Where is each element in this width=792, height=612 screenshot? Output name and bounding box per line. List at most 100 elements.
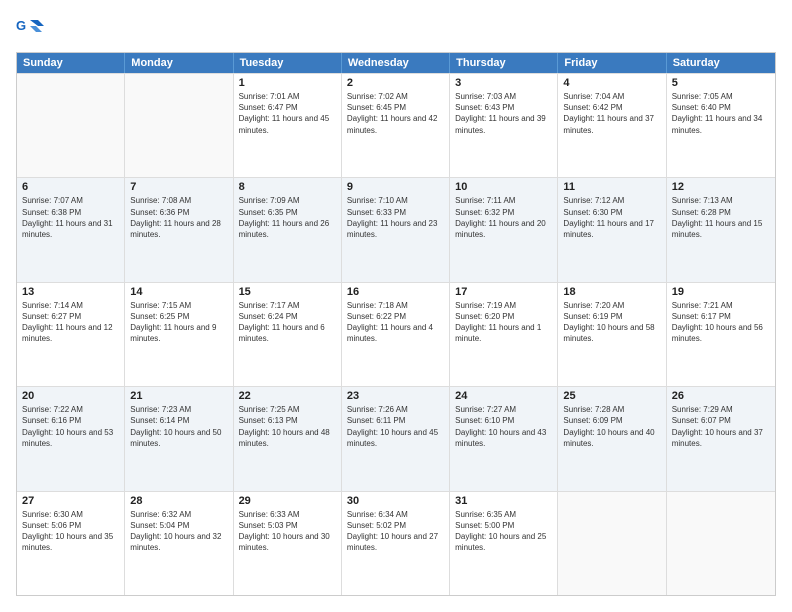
page: G SundayMondayTuesdayWednesdayThursdayFr…	[0, 0, 792, 612]
day-cell-13: 13 Sunrise: 7:14 AM Sunset: 6:27 PM Dayli…	[17, 283, 125, 386]
day-cell-1: 1Sunrise: 7:01 AM Sunset: 6:47 PM Daylig…	[234, 74, 342, 177]
day-number: 14	[130, 286, 227, 298]
day-info: Sunrise: 7:02 AM Sunset: 6:45 PM Dayligh…	[347, 91, 444, 136]
day-cell-21: 21Sunrise: 7:23 AM Sunset: 6:14 PM Dayli…	[125, 387, 233, 490]
day-number: 29	[239, 495, 336, 507]
day-number: 13	[22, 286, 119, 298]
header-day-tuesday: Tuesday	[234, 53, 342, 73]
day-number: 2	[347, 77, 444, 89]
day-info: Sunrise: 7:15 AM Sunset: 6:25 PM Dayligh…	[130, 300, 227, 345]
day-info: Sunrise: 7:28 AM Sunset: 6:09 PM Dayligh…	[563, 404, 660, 449]
logo-icon: G	[16, 16, 44, 44]
day-cell-14: 14 Sunrise: 7:15 AM Sunset: 6:25 PM Dayli…	[125, 283, 233, 386]
day-cell-2: 2 Sunrise: 7:02 AM Sunset: 6:45 PM Daylig…	[342, 74, 450, 177]
logo: G	[16, 16, 46, 44]
day-cell-10: 10Sunrise: 7:11 AM Sunset: 6:32 PM Dayli…	[450, 178, 558, 281]
calendar-week-3: 13 Sunrise: 7:14 AM Sunset: 6:27 PM Dayli…	[17, 282, 775, 386]
day-cell-19: 19Sunrise: 7:21 AM Sunset: 6:17 PM Dayli…	[667, 283, 775, 386]
day-number: 15	[239, 286, 336, 298]
day-info: Sunrise: 7:25 AM Sunset: 6:13 PM Dayligh…	[239, 404, 336, 449]
day-info: Sunrise: 7:10 AM Sunset: 6:33 PM Dayligh…	[347, 195, 444, 240]
day-number: 11	[563, 181, 660, 193]
day-info: Sunrise: 7:14 AM Sunset: 6:27 PM Dayligh…	[22, 300, 119, 345]
day-number: 23	[347, 390, 444, 402]
day-info: Sunrise: 6:30 AM Sunset: 5:06 PM Dayligh…	[22, 509, 119, 554]
day-info: Sunrise: 7:05 AM Sunset: 6:40 PM Dayligh…	[672, 91, 770, 136]
day-info: Sunrise: 7:08 AM Sunset: 6:36 PM Dayligh…	[130, 195, 227, 240]
empty-cell	[558, 492, 666, 595]
day-info: Sunrise: 7:17 AM Sunset: 6:24 PM Dayligh…	[239, 300, 336, 345]
header-day-monday: Monday	[125, 53, 233, 73]
day-number: 20	[22, 390, 119, 402]
calendar: SundayMondayTuesdayWednesdayThursdayFrid…	[16, 52, 776, 596]
day-number: 8	[239, 181, 336, 193]
day-info: Sunrise: 6:35 AM Sunset: 5:00 PM Dayligh…	[455, 509, 552, 554]
day-number: 21	[130, 390, 227, 402]
day-info: Sunrise: 6:33 AM Sunset: 5:03 PM Dayligh…	[239, 509, 336, 554]
header-day-friday: Friday	[558, 53, 666, 73]
day-cell-30: 30Sunrise: 6:34 AM Sunset: 5:02 PM Dayli…	[342, 492, 450, 595]
day-number: 26	[672, 390, 770, 402]
day-number: 24	[455, 390, 552, 402]
day-info: Sunrise: 7:07 AM Sunset: 6:38 PM Dayligh…	[22, 195, 119, 240]
day-number: 7	[130, 181, 227, 193]
day-info: Sunrise: 7:12 AM Sunset: 6:30 PM Dayligh…	[563, 195, 660, 240]
day-number: 28	[130, 495, 227, 507]
day-cell-8: 8 Sunrise: 7:09 AM Sunset: 6:35 PM Daylig…	[234, 178, 342, 281]
day-cell-24: 24 Sunrise: 7:27 AM Sunset: 6:10 PM Dayli…	[450, 387, 558, 490]
day-info: Sunrise: 7:29 AM Sunset: 6:07 PM Dayligh…	[672, 404, 770, 449]
day-cell-7: 7 Sunrise: 7:08 AM Sunset: 6:36 PM Daylig…	[125, 178, 233, 281]
day-number: 31	[455, 495, 552, 507]
day-cell-3: 3Sunrise: 7:03 AM Sunset: 6:43 PM Daylig…	[450, 74, 558, 177]
day-number: 1	[239, 77, 336, 89]
day-number: 6	[22, 181, 119, 193]
day-number: 4	[563, 77, 660, 89]
header: G	[16, 16, 776, 44]
day-cell-22: 22Sunrise: 7:25 AM Sunset: 6:13 PM Dayli…	[234, 387, 342, 490]
day-info: Sunrise: 7:27 AM Sunset: 6:10 PM Dayligh…	[455, 404, 552, 449]
empty-cell	[667, 492, 775, 595]
day-cell-15: 15 Sunrise: 7:17 AM Sunset: 6:24 PM Dayli…	[234, 283, 342, 386]
day-number: 30	[347, 495, 444, 507]
day-number: 9	[347, 181, 444, 193]
day-cell-18: 18Sunrise: 7:20 AM Sunset: 6:19 PM Dayli…	[558, 283, 666, 386]
day-info: Sunrise: 7:22 AM Sunset: 6:16 PM Dayligh…	[22, 404, 119, 449]
day-info: Sunrise: 7:19 AM Sunset: 6:20 PM Dayligh…	[455, 300, 552, 345]
day-info: Sunrise: 7:04 AM Sunset: 6:42 PM Dayligh…	[563, 91, 660, 136]
day-info: Sunrise: 7:03 AM Sunset: 6:43 PM Dayligh…	[455, 91, 552, 136]
day-cell-31: 31 Sunrise: 6:35 AM Sunset: 5:00 PM Dayli…	[450, 492, 558, 595]
day-info: Sunrise: 7:13 AM Sunset: 6:28 PM Dayligh…	[672, 195, 770, 240]
day-cell-6: 6 Sunrise: 7:07 AM Sunset: 6:38 PM Daylig…	[17, 178, 125, 281]
day-cell-12: 12Sunrise: 7:13 AM Sunset: 6:28 PM Dayli…	[667, 178, 775, 281]
calendar-week-4: 20 Sunrise: 7:22 AM Sunset: 6:16 PM Dayli…	[17, 386, 775, 490]
day-info: Sunrise: 7:09 AM Sunset: 6:35 PM Dayligh…	[239, 195, 336, 240]
day-cell-23: 23 Sunrise: 7:26 AM Sunset: 6:11 PM Dayli…	[342, 387, 450, 490]
day-cell-27: 27 Sunrise: 6:30 AM Sunset: 5:06 PM Dayli…	[17, 492, 125, 595]
day-cell-28: 28 Sunrise: 6:32 AM Sunset: 5:04 PM Dayli…	[125, 492, 233, 595]
day-number: 5	[672, 77, 770, 89]
day-cell-16: 16 Sunrise: 7:18 AM Sunset: 6:22 PM Dayli…	[342, 283, 450, 386]
day-info: Sunrise: 7:11 AM Sunset: 6:32 PM Dayligh…	[455, 195, 552, 240]
day-number: 27	[22, 495, 119, 507]
calendar-week-1: 1Sunrise: 7:01 AM Sunset: 6:47 PM Daylig…	[17, 73, 775, 177]
calendar-week-2: 6 Sunrise: 7:07 AM Sunset: 6:38 PM Daylig…	[17, 177, 775, 281]
day-cell-29: 29 Sunrise: 6:33 AM Sunset: 5:03 PM Dayli…	[234, 492, 342, 595]
day-number: 19	[672, 286, 770, 298]
day-info: Sunrise: 7:26 AM Sunset: 6:11 PM Dayligh…	[347, 404, 444, 449]
day-cell-11: 11 Sunrise: 7:12 AM Sunset: 6:30 PM Dayli…	[558, 178, 666, 281]
day-cell-5: 5 Sunrise: 7:05 AM Sunset: 6:40 PM Daylig…	[667, 74, 775, 177]
header-day-wednesday: Wednesday	[342, 53, 450, 73]
day-cell-9: 9 Sunrise: 7:10 AM Sunset: 6:33 PM Daylig…	[342, 178, 450, 281]
day-info: Sunrise: 7:18 AM Sunset: 6:22 PM Dayligh…	[347, 300, 444, 345]
calendar-week-5: 27 Sunrise: 6:30 AM Sunset: 5:06 PM Dayli…	[17, 491, 775, 595]
day-cell-26: 26 Sunrise: 7:29 AM Sunset: 6:07 PM Dayli…	[667, 387, 775, 490]
day-info: Sunrise: 7:20 AM Sunset: 6:19 PM Dayligh…	[563, 300, 660, 345]
empty-cell	[125, 74, 233, 177]
day-number: 16	[347, 286, 444, 298]
day-info: Sunrise: 6:32 AM Sunset: 5:04 PM Dayligh…	[130, 509, 227, 554]
day-cell-25: 25Sunrise: 7:28 AM Sunset: 6:09 PM Dayli…	[558, 387, 666, 490]
day-cell-17: 17Sunrise: 7:19 AM Sunset: 6:20 PM Dayli…	[450, 283, 558, 386]
header-day-sunday: Sunday	[17, 53, 125, 73]
svg-text:G: G	[16, 18, 26, 33]
header-day-saturday: Saturday	[667, 53, 775, 73]
